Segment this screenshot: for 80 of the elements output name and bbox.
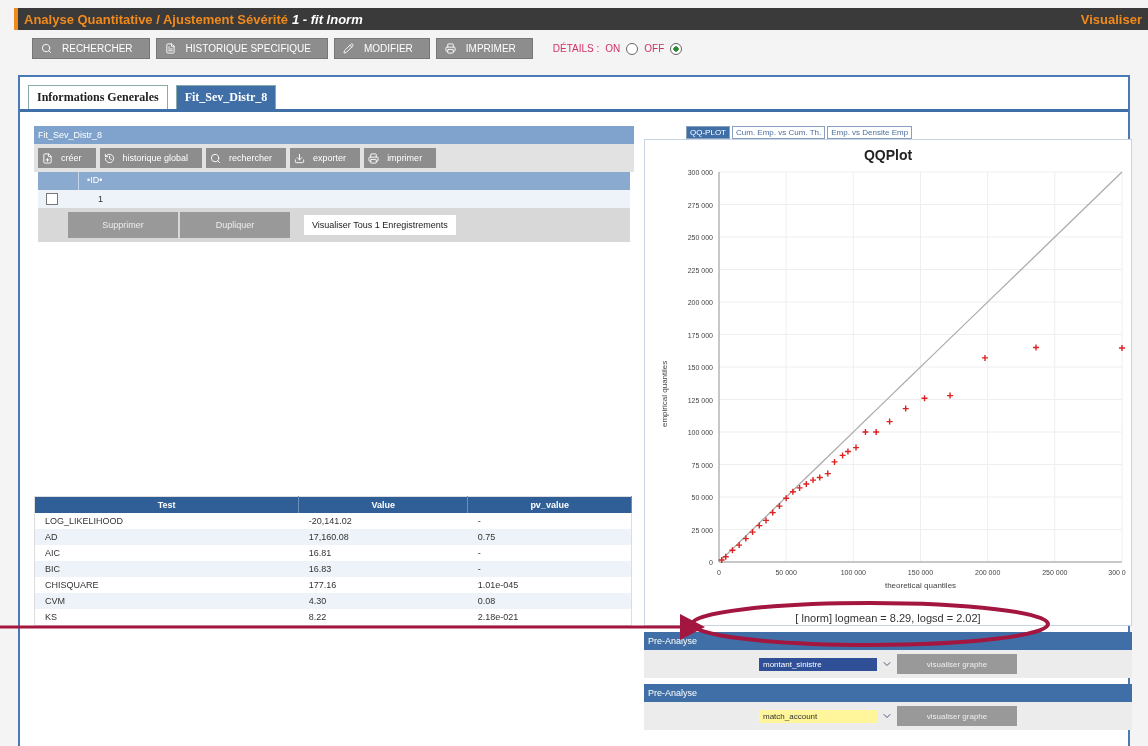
data-point — [1032, 343, 1040, 352]
panel-button[interactable]: exporter — [290, 148, 361, 168]
grid-button[interactable]: Dupliquer — [180, 212, 290, 238]
table-cell: 16.81 — [298, 545, 468, 561]
variable-select[interactable]: montant_sinistre — [759, 657, 877, 671]
table-cell: AIC — [34, 545, 299, 561]
table-cell: BIC — [34, 561, 299, 577]
toolbar-button[interactable]: IMPRIMER — [435, 38, 533, 59]
chart-title: QQPlot — [863, 147, 913, 163]
grid-button[interactable]: Supprimer — [68, 212, 178, 238]
data-point — [872, 428, 880, 436]
panel-button[interactable]: créer — [38, 148, 96, 168]
x-axis-label: theoretical quantiles — [884, 581, 957, 590]
data-point — [946, 391, 954, 400]
data-point — [1118, 344, 1126, 352]
column-header: Value — [298, 496, 468, 513]
button-icon — [42, 152, 53, 164]
button-icon — [103, 152, 115, 164]
graph-button[interactable]: visualiser graphe — [897, 654, 1017, 674]
table-cell: - — [467, 513, 632, 529]
chart-tab[interactable]: QQ-PLOT — [686, 126, 730, 139]
radio-label: OFF — [644, 43, 665, 54]
button-icon — [210, 152, 222, 164]
section-header: Pre-Analyse — [644, 684, 1132, 702]
table-cell: KS — [34, 609, 299, 626]
page-title: Analyse Quantitative / Ajustement Sévérité — [24, 11, 288, 27]
toolbar-button[interactable]: HISTORIQUE SPECIFIQUE — [155, 38, 328, 59]
panel-button[interactable]: rechercher — [206, 148, 287, 168]
table-cell: 1 — [98, 194, 103, 204]
table-cell: - — [467, 561, 632, 577]
button-icon — [294, 152, 306, 164]
button-icon — [164, 43, 176, 54]
data-point — [838, 451, 847, 460]
panel-button[interactable]: imprimer — [364, 148, 437, 168]
data-point — [861, 428, 870, 436]
tab[interactable]: Fit_Sev_Distr_8 — [175, 85, 277, 109]
panel-button[interactable]: historique global — [99, 148, 203, 168]
visualiser-link[interactable]: Visualiser — [1080, 11, 1142, 27]
row-checkbox[interactable] — [46, 193, 58, 205]
table-cell: 177.16 — [298, 577, 468, 593]
column-header: pv_value — [467, 496, 632, 513]
table-cell: 16.83 — [298, 561, 468, 577]
button-icon — [368, 152, 380, 164]
page-subtitle: 1 - fit lnorm — [291, 11, 363, 27]
table-cell: AD — [34, 529, 299, 545]
details-label: DÉTAILS : — [552, 43, 600, 54]
radio-button[interactable] — [670, 42, 683, 55]
column-header: Test — [34, 496, 299, 513]
table-cell: CHISQUARE — [34, 577, 299, 593]
tab[interactable]: Informations Generales — [28, 85, 168, 109]
variable-select[interactable]: match_account — [759, 709, 877, 723]
radio-label: ON — [605, 43, 621, 54]
graph-button[interactable]: visualiser graphe — [897, 706, 1017, 726]
record-count: Visualiser Tous 1 Enregistrements — [304, 215, 456, 235]
y-axis-label: empirical quantiles — [660, 360, 669, 427]
table-cell: - — [467, 545, 632, 561]
toolbar-button[interactable]: RECHERCHER — [32, 38, 150, 59]
data-point — [902, 404, 910, 413]
toolbar-button[interactable]: MODIFIER — [333, 38, 430, 59]
table-cell: 0.08 — [467, 593, 632, 609]
table-cell: 8.22 — [298, 609, 468, 626]
data-point — [920, 394, 929, 402]
panel-header: Fit_Sev_Distr_8 — [34, 126, 634, 144]
table-cell: 17,160.08 — [298, 529, 468, 545]
data-point — [981, 354, 989, 362]
button-icon — [41, 43, 52, 54]
table-cell: LOG_LIKELIHOOD — [34, 513, 299, 529]
chart-tab[interactable]: Emp. vs Densite Emp — [827, 126, 913, 139]
button-icon — [342, 43, 354, 54]
table-cell: 1.01e-045 — [467, 577, 632, 593]
table-cell: 4.30 — [298, 593, 468, 609]
radio-button[interactable] — [626, 42, 639, 55]
data-point — [885, 417, 894, 426]
table-cell: 2.18e-021 — [467, 609, 632, 626]
table-cell: 0.75 — [467, 529, 632, 545]
table-cell: -20,141.02 — [298, 513, 468, 529]
fit-parameters: [ lnorm] logmean = 8.29, logsd = 2.02] — [795, 612, 981, 624]
chart-tab[interactable]: Cum. Emp. vs Cum. Th. — [732, 126, 826, 139]
table-cell: CVM — [34, 593, 299, 609]
button-icon — [444, 43, 456, 54]
